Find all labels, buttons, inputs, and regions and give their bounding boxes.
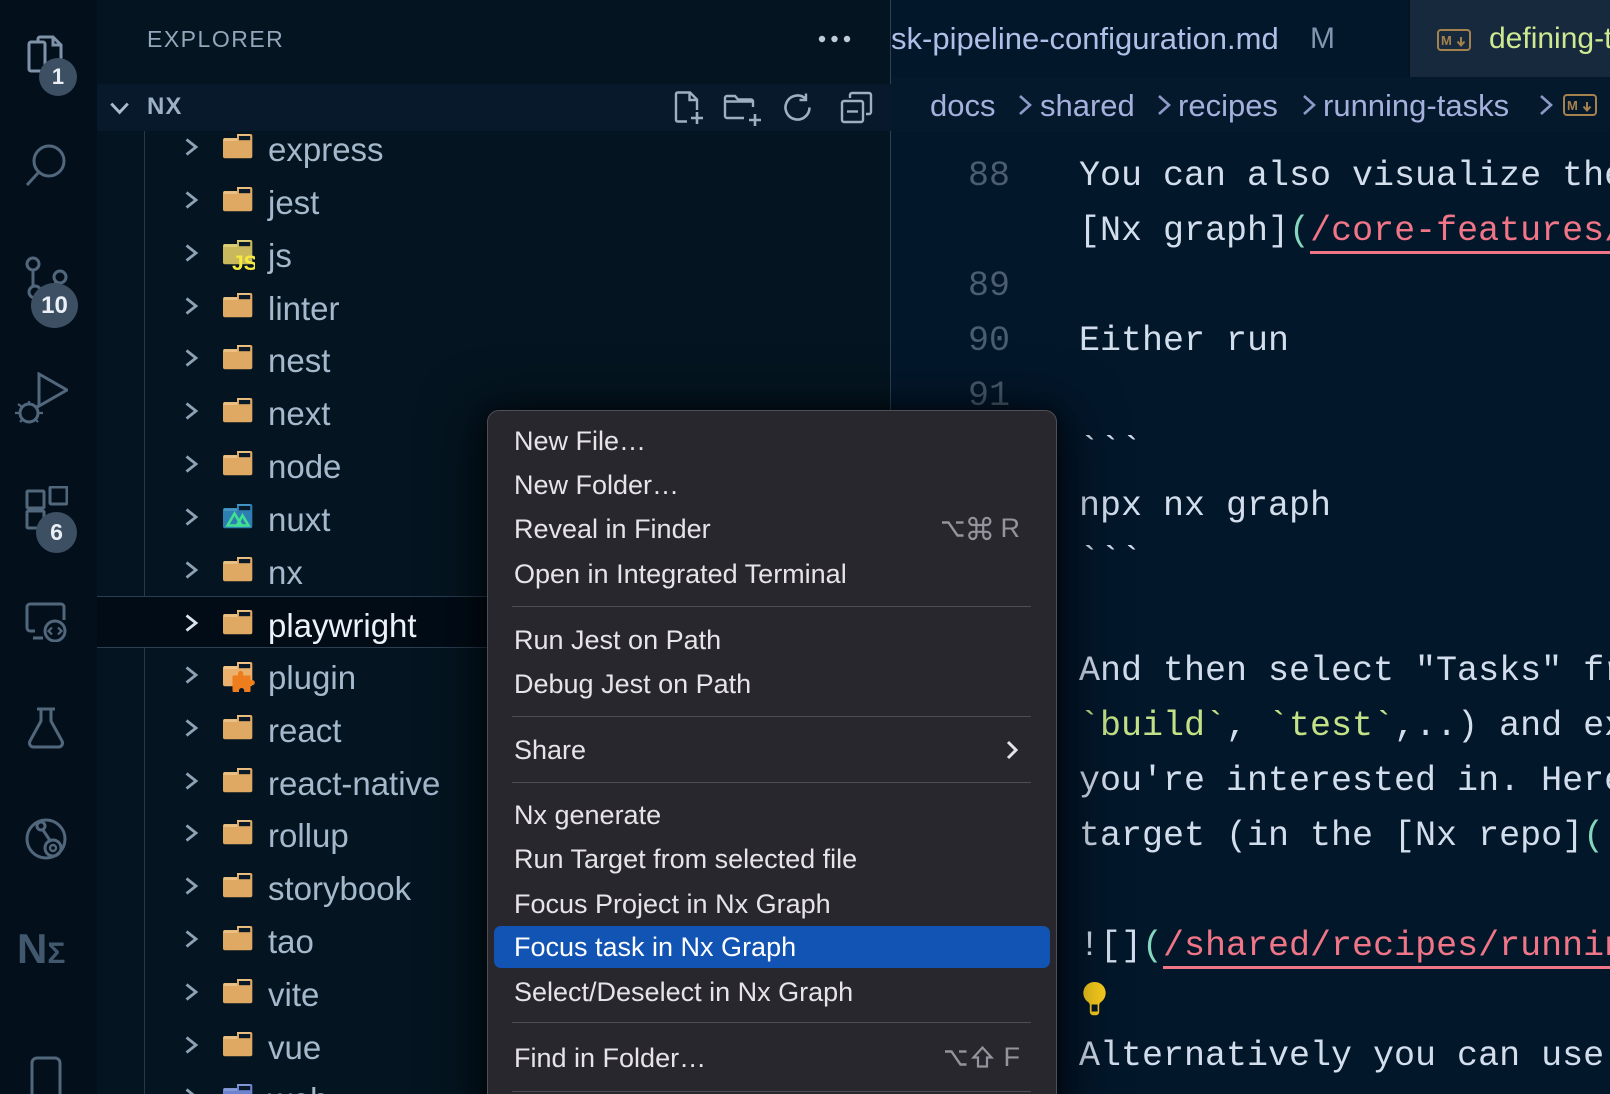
svg-text:JS: JS (232, 252, 255, 271)
svg-text:M: M (1567, 98, 1578, 113)
svg-text:M: M (1441, 33, 1452, 48)
